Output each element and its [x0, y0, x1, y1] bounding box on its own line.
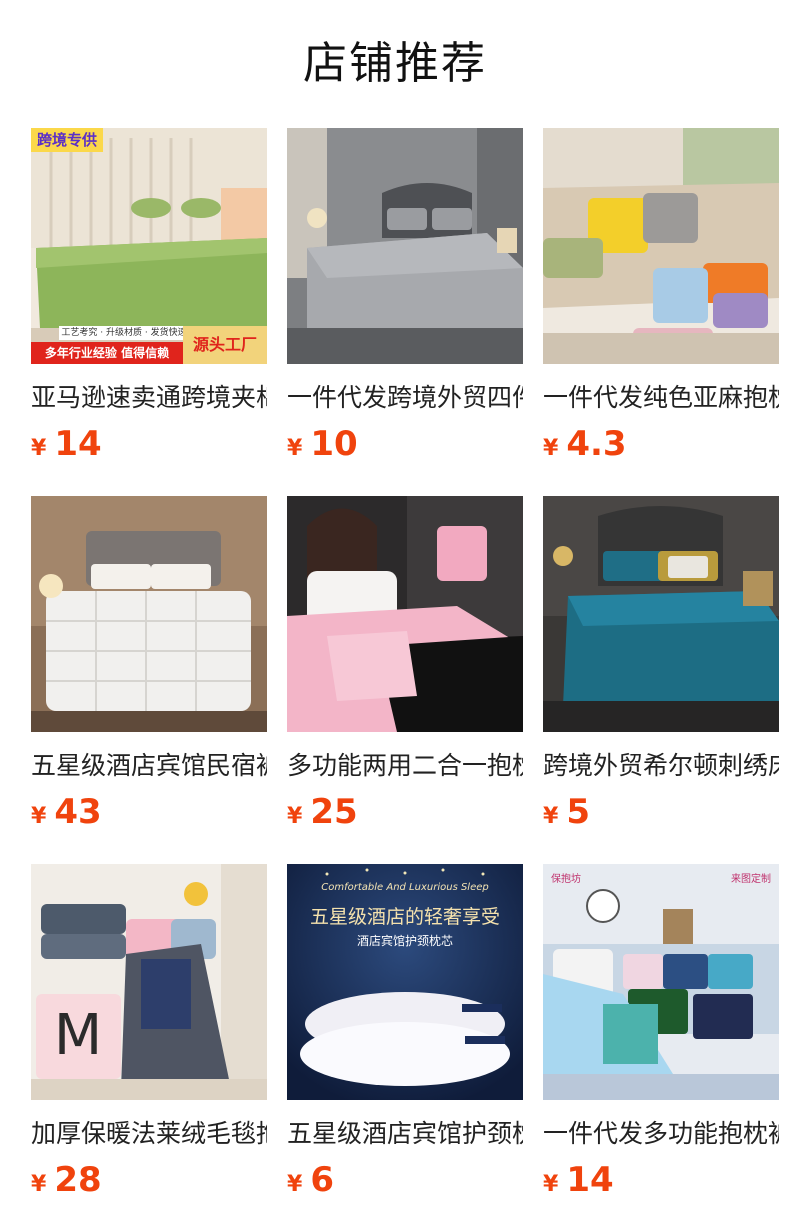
product-price: ¥5: [543, 792, 779, 832]
product-name[interactable]: 亚马逊速卖通跨境夹棉床笠: [31, 380, 267, 416]
currency-symbol: ¥: [543, 436, 559, 461]
product-image[interactable]: [31, 496, 267, 732]
grey-bed-image: [287, 128, 523, 364]
product-price: ¥28: [31, 1160, 267, 1200]
teal-satin-bed-image: [543, 496, 779, 732]
white-duvet-image: [31, 496, 267, 732]
currency-symbol: ¥: [287, 436, 303, 461]
product-name[interactable]: 加厚保暖法莱绒毛毯抱枕: [31, 1116, 267, 1152]
price-value: 28: [54, 1160, 102, 1200]
currency-symbol: ¥: [287, 804, 303, 829]
product-card[interactable]: M 加厚保暖法莱绒毛毯抱枕 ¥28: [31, 864, 267, 1200]
price-value: 14: [54, 424, 102, 464]
feature-strip: 工艺考究 · 升级材质 · 发货快速: [59, 326, 189, 340]
price-value: 43: [54, 792, 102, 832]
hotel-pillow-image: [287, 864, 523, 1100]
factory-badge: 源头工厂: [183, 326, 267, 364]
product-card[interactable]: 一件代发纯色亚麻抱枕套 ¥4.3: [543, 128, 779, 464]
product-name[interactable]: 一件代发多功能抱枕被子: [543, 1116, 779, 1152]
currency-symbol: ¥: [543, 804, 559, 829]
pillow-headline: 五星级酒店的轻奢享受: [309, 906, 500, 928]
product-price: ¥14: [543, 1160, 779, 1200]
brand-mark-left: 保抱坊: [551, 874, 581, 885]
experience-banner: 多年行业经验 值得信赖: [31, 342, 183, 364]
product-name[interactable]: 一件代发跨境外贸四件套: [287, 380, 523, 416]
product-price: ¥25: [287, 792, 523, 832]
car-pillow-blanket-image: [287, 496, 523, 732]
product-image[interactable]: Comfortable And Luxurious Sleep 五星级酒店的轻奢…: [287, 864, 523, 1100]
price-value: 5: [566, 792, 590, 832]
pillow-subline: 酒店宾馆护颈枕芯: [356, 934, 453, 948]
product-name[interactable]: 跨境外贸希尔顿刺绣床笠: [543, 748, 779, 784]
product-name[interactable]: 五星级酒店宾馆民宿被子: [31, 748, 267, 784]
custom-print-mark: 来图定制: [731, 874, 771, 885]
product-card[interactable]: 保抱坊 来图定制 一件代发多功能抱枕被子 ¥14: [543, 864, 779, 1200]
currency-symbol: ¥: [287, 1172, 303, 1197]
product-card[interactable]: 跨境外贸希尔顿刺绣床笠 ¥5: [543, 496, 779, 832]
product-name[interactable]: 多功能两用二合一抱枕被: [287, 748, 523, 784]
product-image[interactable]: 跨境专供 工艺考究 · 升级材质 · 发货快速 多年行业经验 值得信赖 源头工厂: [31, 128, 267, 364]
product-name[interactable]: 一件代发纯色亚麻抱枕套: [543, 380, 779, 416]
flannel-blanket-pillow-image: M: [31, 864, 267, 1100]
product-grid: 跨境专供 工艺考究 · 升级材质 · 发货快速 多年行业经验 值得信赖 源头工厂…: [0, 0, 790, 1232]
product-image[interactable]: [543, 496, 779, 732]
product-price: ¥6: [287, 1160, 523, 1200]
price-value: 4.3: [566, 424, 627, 464]
product-image[interactable]: [287, 496, 523, 732]
pillow-script-text: Comfortable And Luxurious Sleep: [321, 882, 489, 893]
product-price: ¥10: [287, 424, 523, 464]
price-value: 25: [310, 792, 358, 832]
product-card[interactable]: 一件代发跨境外贸四件套 ¥10: [287, 128, 523, 464]
product-card[interactable]: 跨境专供 工艺考究 · 升级材质 · 发货快速 多年行业经验 值得信赖 源头工厂…: [31, 128, 267, 464]
currency-symbol: ¥: [31, 804, 47, 829]
product-name[interactable]: 五星级酒店宾馆护颈枕芯: [287, 1116, 523, 1152]
price-value: 14: [566, 1160, 614, 1200]
currency-symbol: ¥: [543, 1172, 559, 1197]
product-card[interactable]: 五星级酒店宾馆民宿被子 ¥43: [31, 496, 267, 832]
product-image[interactable]: [543, 128, 779, 364]
cushion-sofa-image: [543, 128, 779, 364]
product-price: ¥14: [31, 424, 267, 464]
currency-symbol: ¥: [31, 436, 47, 461]
cross-border-badge: 跨境专供: [31, 128, 104, 152]
product-card[interactable]: 多功能两用二合一抱枕被 ¥25: [287, 496, 523, 832]
product-price: ¥43: [31, 792, 267, 832]
currency-symbol: ¥: [31, 1172, 47, 1197]
product-image[interactable]: [287, 128, 523, 364]
product-price: ¥4.3: [543, 424, 779, 464]
price-value: 10: [310, 424, 358, 464]
svg-text:M: M: [54, 1003, 102, 1068]
product-image[interactable]: 保抱坊 来图定制: [543, 864, 779, 1100]
product-image[interactable]: M: [31, 864, 267, 1100]
price-value: 6: [310, 1160, 334, 1200]
deer-pillow-blanket-image: [543, 864, 779, 1100]
product-card[interactable]: Comfortable And Luxurious Sleep 五星级酒店的轻奢…: [287, 864, 523, 1200]
